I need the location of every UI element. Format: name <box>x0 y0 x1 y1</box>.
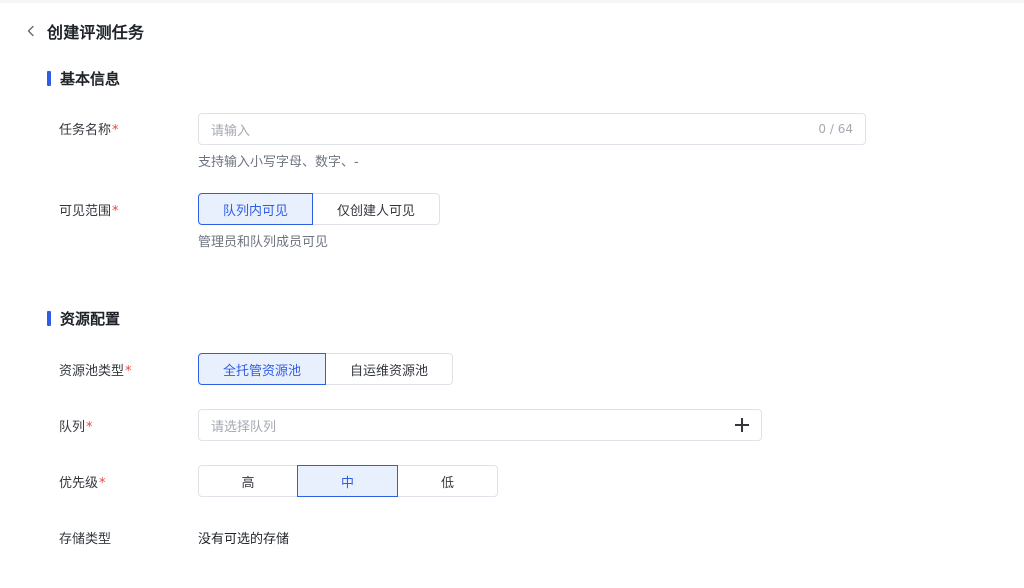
task-name-placeholder: 请输入 <box>211 123 251 139</box>
section-title: 资源配置 <box>60 310 121 328</box>
page-title: 创建评测任务 <box>47 23 145 42</box>
required-mark: * <box>112 204 119 219</box>
section-title: 基本信息 <box>60 70 121 88</box>
section-accent-bar <box>47 311 51 326</box>
visibility-segmented: 队列内可见 仅创建人可见 <box>198 193 440 225</box>
storage-type-label: 存储类型 <box>59 532 112 547</box>
page-header: 创建评测任务 <box>22 18 144 44</box>
pool-type-label: 资源池类型* <box>59 360 132 379</box>
section-accent-bar <box>47 71 51 86</box>
section-basic-info: 基本信息 <box>47 68 120 89</box>
task-name-label-text: 任务名称 <box>59 123 112 138</box>
visibility-hint: 管理员和队列成员可见 <box>198 235 329 250</box>
priority-option-medium[interactable]: 中 <box>297 465 398 497</box>
required-mark: * <box>125 364 132 379</box>
queue-label-text: 队列 <box>59 420 86 435</box>
storage-type-value: 没有可选的存储 <box>198 532 290 547</box>
visibility-option-creator[interactable]: 仅创建人可见 <box>312 193 440 225</box>
priority-label: 优先级* <box>59 472 106 491</box>
required-mark: * <box>99 476 106 491</box>
priority-label-text: 优先级 <box>59 476 99 491</box>
visibility-label-text: 可见范围 <box>59 204 112 219</box>
queue-select[interactable]: 请选择队列 <box>198 409 762 441</box>
pool-type-label-text: 资源池类型 <box>59 364 125 379</box>
queue-placeholder: 请选择队列 <box>211 419 277 435</box>
priority-segmented: 高 中 低 <box>198 465 498 497</box>
visibility-label: 可见范围* <box>59 200 119 219</box>
queue-label: 队列* <box>59 416 93 435</box>
pool-type-option-managed[interactable]: 全托管资源池 <box>198 353 326 385</box>
priority-option-high[interactable]: 高 <box>198 465 298 497</box>
back-button[interactable] <box>22 22 40 40</box>
section-resource-config: 资源配置 <box>47 308 120 329</box>
pool-type-segmented: 全托管资源池 自运维资源池 <box>198 353 453 385</box>
required-mark: * <box>86 420 93 435</box>
pool-type-option-self-managed[interactable]: 自运维资源池 <box>325 353 453 385</box>
task-name-input[interactable]: 请输入 0 / 64 <box>198 113 866 145</box>
top-divider <box>0 0 1024 3</box>
chevron-left-icon <box>27 25 34 37</box>
task-name-hint: 支持输入小写字母、数字、- <box>198 155 359 170</box>
visibility-option-queue[interactable]: 队列内可见 <box>198 193 313 225</box>
plus-icon[interactable] <box>735 418 749 432</box>
task-name-label: 任务名称* <box>59 119 119 138</box>
priority-option-low[interactable]: 低 <box>397 465 498 497</box>
char-counter: 0 / 64 <box>818 122 853 136</box>
required-mark: * <box>112 123 119 138</box>
